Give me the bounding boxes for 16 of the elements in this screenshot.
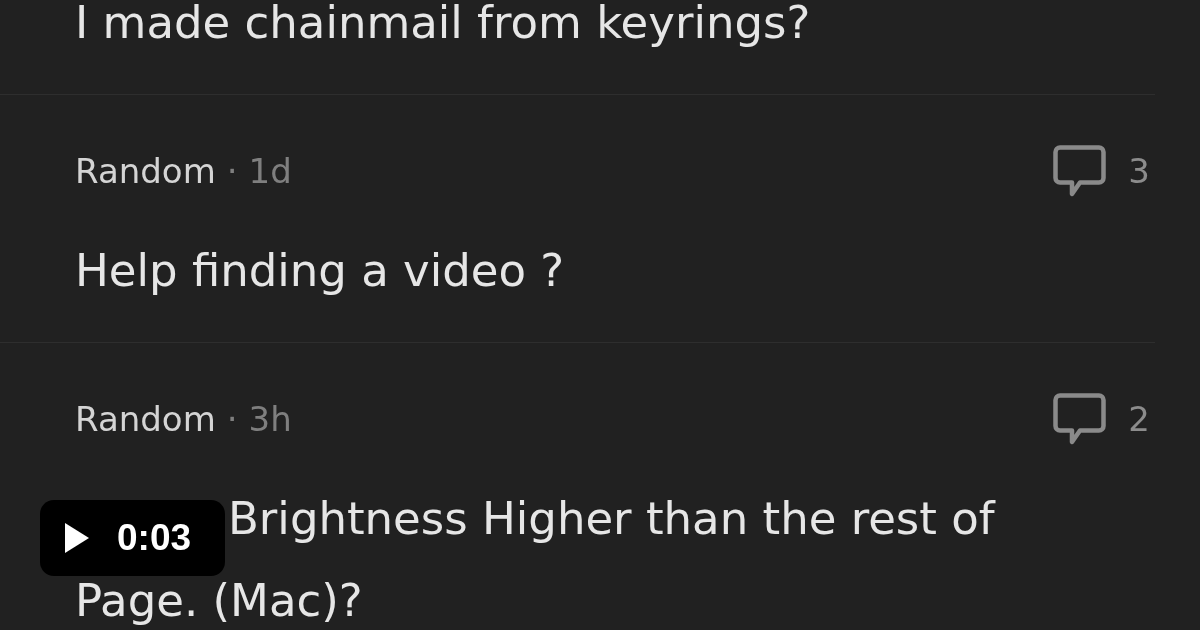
meta-separator: · — [226, 399, 238, 439]
play-icon — [65, 523, 89, 553]
post-age: 3h — [248, 399, 292, 439]
post-title[interactable]: I made chainmail from keyrings? — [75, 0, 811, 46]
post-title[interactable]: Help finding a video ? — [75, 248, 565, 294]
post-title[interactable]: Page. (Mac)? — [75, 578, 363, 624]
category-link[interactable]: Random — [75, 151, 216, 191]
meta-separator: · — [226, 151, 238, 191]
play-button[interactable]: 0:03 — [40, 500, 225, 576]
category-link[interactable]: Random — [75, 399, 216, 439]
post-age: 1d — [248, 151, 292, 191]
comment-icon — [1053, 393, 1107, 445]
comment-count: 2 — [1128, 399, 1150, 439]
post-title[interactable]: Brightness Higher than the rest of — [228, 496, 995, 542]
comment-count: 3 — [1128, 151, 1150, 191]
comment-icon — [1053, 145, 1107, 197]
